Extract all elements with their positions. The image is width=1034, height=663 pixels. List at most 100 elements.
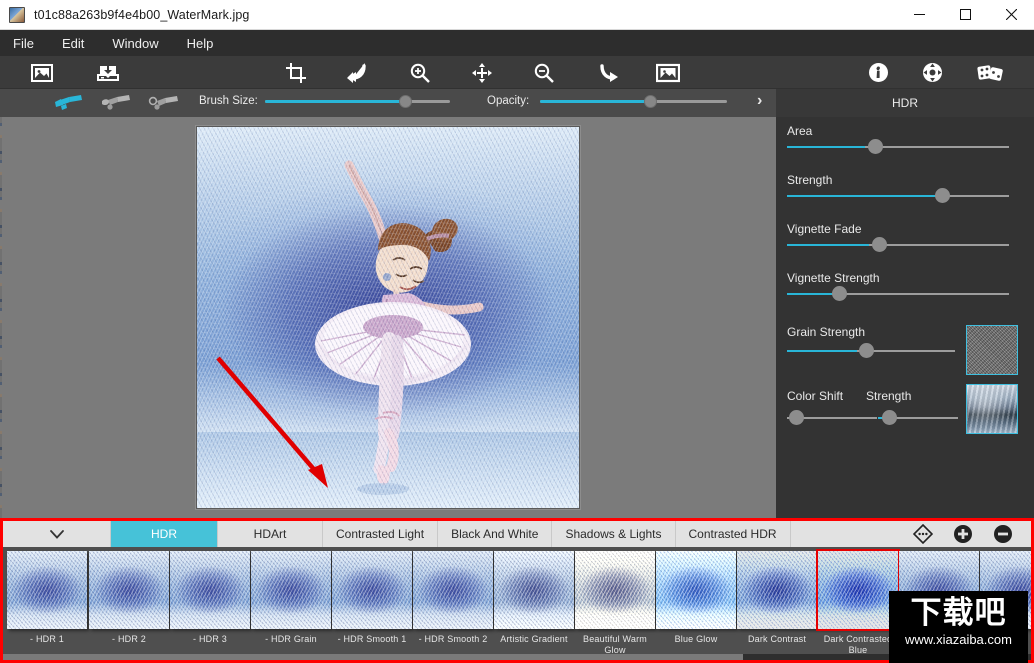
effects-icon[interactable] (968, 56, 1012, 89)
menu-help[interactable]: Help (173, 30, 228, 56)
brush-size-slider[interactable] (265, 95, 450, 108)
preset-thumb-label: - HDR 1 (30, 634, 64, 644)
preset-thumb-artistic-gradient[interactable]: Artistic Gradient (494, 551, 574, 645)
save-image-icon[interactable] (86, 56, 130, 89)
preset-thumb-hdr-smooth-2[interactable]: - HDR Smooth 2 (413, 551, 493, 645)
vignette-strength-slider[interactable] (787, 286, 1009, 301)
close-button[interactable] (988, 0, 1034, 30)
redo-icon[interactable] (586, 56, 630, 89)
vignette-fade-label: Vignette Fade (787, 222, 862, 236)
opacity-knob[interactable] (644, 95, 657, 108)
hdr-settings-panel: Area Strength Vignette Fade Vignette Str… (776, 117, 1034, 518)
edited-photo[interactable] (196, 126, 580, 509)
crop-icon[interactable] (274, 56, 318, 89)
brush-size-knob[interactable] (399, 95, 412, 108)
image-canvas[interactable] (0, 117, 776, 518)
vignette-fade-slider[interactable] (787, 237, 1009, 252)
minimize-button[interactable] (896, 0, 942, 30)
grain-strength-slider[interactable] (787, 343, 955, 358)
thumbnail-scrollbar-thumb[interactable] (3, 654, 743, 660)
preset-thumb-dark-contrasted-blue[interactable]: Dark Contrasted Blue (818, 551, 898, 656)
opacity-label: Opacity: (487, 95, 530, 107)
preset-thumb-image (89, 551, 169, 629)
panel-tab-hdr[interactable]: HDR (776, 89, 1034, 117)
preset-panel: HDR HDArt Contrasted Light Black And Whi… (0, 518, 1034, 663)
tab-hdr[interactable]: HDR (111, 521, 218, 547)
area-slider[interactable] (787, 139, 1009, 154)
eraser-brush-icon[interactable] (94, 91, 138, 115)
tab-contrasted-hdr[interactable]: Contrasted HDR (676, 521, 791, 547)
strength-knob[interactable] (935, 188, 950, 203)
preset-thumb-blue-glow[interactable]: Blue Glow (656, 551, 736, 645)
pan-move-icon[interactable] (460, 56, 504, 89)
main-toolbar (0, 56, 1034, 89)
info-icon[interactable] (856, 56, 900, 89)
preset-thumb-beautiful-warm-glow[interactable]: Beautiful Warm Glow (575, 551, 655, 656)
preset-thumb-image (656, 551, 736, 629)
preset-thumb-image (494, 551, 574, 629)
open-image-icon[interactable] (20, 56, 64, 89)
chevron-down-icon[interactable] (3, 521, 111, 547)
grain-strength-knob[interactable] (859, 343, 874, 358)
preset-thumb-label: Dark Contrast (747, 634, 807, 644)
preset-tab-bar: HDR HDArt Contrasted Light Black And Whi… (3, 521, 1031, 547)
menu-edit[interactable]: Edit (48, 30, 98, 56)
preset-thumb-label: Dark Contrasted Blue (823, 634, 893, 655)
color-shift-label: Color Shift (787, 389, 844, 403)
color-shift-knob[interactable] (789, 410, 804, 425)
watermark-overlay: 下载吧 www.xiazaiba.com (889, 591, 1028, 663)
window-title: t01c88a263b9f4e4b00_WaterMark.jpg (34, 7, 250, 22)
more-options-chevron-icon[interactable]: › (757, 92, 762, 110)
maximize-button[interactable] (942, 0, 988, 30)
preset-thumb-image (170, 551, 250, 629)
preset-thumb-hdr-1[interactable]: - HDR 1 (7, 551, 87, 645)
preset-thumb-hdr-smooth-1[interactable]: - HDR Smooth 1 (332, 551, 412, 645)
tab-hdart[interactable]: HDArt (218, 521, 323, 547)
tab-contrasted-light[interactable]: Contrasted Light (323, 521, 439, 547)
brush-tool-icon[interactable] (46, 91, 90, 115)
menu-file[interactable]: File (0, 30, 48, 56)
undo-icon[interactable] (336, 56, 380, 89)
color-shift-slider[interactable] (787, 410, 877, 425)
color-shift-strength-slider[interactable] (878, 410, 958, 425)
add-preset-icon[interactable] (953, 524, 973, 544)
preset-thumb-hdr-3[interactable]: - HDR 3 (170, 551, 250, 645)
menu-window[interactable]: Window (98, 30, 172, 56)
grain-strength-label: Grain Strength (787, 325, 866, 339)
preset-thumb-dark-contrast[interactable]: Dark Contrast (737, 551, 817, 645)
canvas-left-edge-strip (0, 117, 2, 518)
color-shift-preview-swatch[interactable] (966, 384, 1018, 434)
strength-slider[interactable] (787, 188, 1009, 203)
menu-bar: File Edit Window Help (0, 30, 1034, 56)
zoom-out-icon[interactable] (522, 56, 566, 89)
smudge-brush-icon[interactable] (142, 91, 186, 115)
settings-icon[interactable] (910, 56, 954, 89)
preset-thumb-hdr-2[interactable]: - HDR 2 (89, 551, 169, 645)
thumbnail-scrollbar[interactable] (3, 654, 1031, 660)
color-shift-strength-label: Strength (866, 389, 912, 403)
zoom-in-icon[interactable] (398, 56, 442, 89)
preset-options-icon[interactable] (912, 523, 934, 545)
remove-preset-icon[interactable] (993, 524, 1013, 544)
preset-thumb-label: - HDR Smooth 1 (337, 634, 407, 644)
preset-thumb-label: - HDR 2 (112, 634, 146, 644)
preset-thumb-image (818, 551, 898, 629)
tab-shadows-and-lights[interactable]: Shadows & Lights (552, 521, 676, 547)
title-bar: t01c88a263b9f4e4b00_WaterMark.jpg (0, 0, 1034, 30)
preset-thumb-label: - HDR 3 (193, 634, 227, 644)
grain-preview-swatch[interactable] (966, 325, 1018, 375)
color-shift-strength-knob[interactable] (882, 410, 897, 425)
fit-image-icon[interactable] (646, 56, 690, 89)
opacity-slider[interactable] (540, 95, 727, 108)
tab-black-and-white[interactable]: Black And White (438, 521, 553, 547)
area-label: Area (787, 124, 813, 138)
preset-thumbnail-strip[interactable]: - HDR 1 - HDR 2 - HDR 3 - HDR Grain - HD… (3, 547, 1031, 660)
preset-action-buttons (912, 521, 1031, 547)
preset-thumb-label: Blue Glow (674, 634, 718, 644)
tab-bar-spacer (791, 521, 913, 547)
preset-thumb-image (332, 551, 412, 629)
area-knob[interactable] (868, 139, 883, 154)
preset-thumb-hdr-grain[interactable]: - HDR Grain (251, 551, 331, 645)
vignette-strength-knob[interactable] (832, 286, 847, 301)
vignette-fade-knob[interactable] (872, 237, 887, 252)
